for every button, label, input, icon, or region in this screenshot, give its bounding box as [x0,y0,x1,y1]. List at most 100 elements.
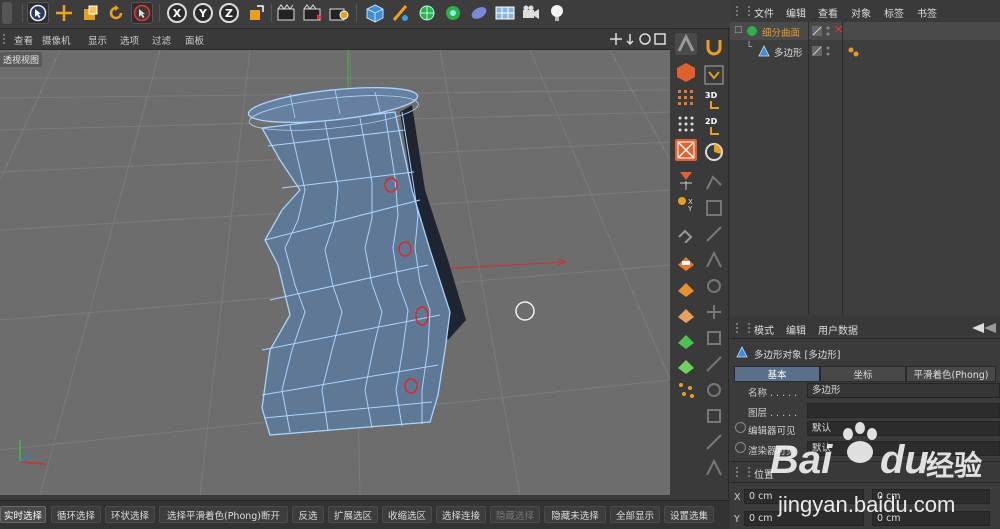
loop-selection-button[interactable]: 循环选择 [51,506,101,523]
object-name[interactable]: 多边形 [774,45,803,59]
back-arrow-icon[interactable] [970,321,998,335]
menu-user-data[interactable]: 用户数据 [818,322,858,337]
axis-mode-icon[interactable]: XY [675,194,697,216]
y-axis-lock-button[interactable]: Y [193,3,213,23]
coordinate-system-icon[interactable] [245,2,267,24]
points-mode-icon[interactable] [675,113,697,135]
scale-tool-icon[interactable] [79,2,101,24]
plane-green-icon[interactable] [675,329,697,351]
floor-environment-icon[interactable] [494,2,516,24]
snap-option-6-icon[interactable] [703,327,725,349]
live-selection-button[interactable]: 实时选择 [0,506,46,523]
recent-tool-icon[interactable] [131,2,153,24]
array-generator-icon[interactable] [442,2,464,24]
select-phong-break-button[interactable]: 选择平滑着色(Phong)断开 [159,506,288,523]
set-selection-button[interactable]: 设置选集 [664,506,714,523]
tag-icon[interactable] [848,47,862,57]
guide-tool-icon[interactable] [703,171,725,193]
model-mode-icon[interactable] [675,61,697,83]
snap-option-10-icon[interactable] [703,431,725,453]
menu-view[interactable]: 查看 [818,5,838,20]
select-connected-button[interactable]: 选择连接 [436,506,486,523]
tab-coordinates[interactable]: 坐标 [820,366,906,382]
move-tool-icon[interactable] [53,2,75,24]
snap-2d-icon[interactable]: 2D [703,115,725,137]
cube-primitive-icon[interactable] [364,2,386,24]
snap-option-2-icon[interactable] [703,223,725,245]
collapse-icon[interactable]: □ [734,25,743,35]
snap-option-1-icon[interactable] [703,197,725,219]
list-item[interactable]: □ 细分曲面 ✕ [730,22,1000,40]
rotate-tool-icon[interactable] [105,2,127,24]
layer-icon[interactable] [675,303,697,325]
polygons-mode-icon[interactable] [675,169,697,191]
hide-unselected-button[interactable]: 隐藏未选择 [544,506,606,523]
edges-mode-icon[interactable] [675,139,697,161]
visibility-toggle-icon[interactable] [812,45,842,57]
snap-option-4-icon[interactable] [703,275,725,297]
render-to-picture-viewer-icon[interactable] [302,2,324,24]
tweak-mode-icon[interactable] [675,221,697,244]
menu-camera[interactable]: 摄像机 [42,33,71,47]
snap-option-7-icon[interactable] [703,353,725,375]
hide-selected-button[interactable]: 隐藏选择 [490,506,540,523]
x-axis-line [439,261,566,270]
tab-basic[interactable]: 基本 [734,366,820,382]
camera-icon[interactable] [520,2,542,24]
render-view-icon[interactable] [276,2,298,24]
menu-mode[interactable]: 模式 [754,322,774,337]
name-field[interactable]: 多边形 [807,383,1000,398]
menu-display[interactable]: 显示 [88,33,107,47]
live-select-tool-icon[interactable] [27,2,49,24]
tool-toolbar: 3D 2D [700,29,729,499]
list-item[interactable]: └ 多边形 [730,42,1000,60]
menu-file[interactable]: 文件 [754,5,774,20]
polygon-object-icon [736,346,748,358]
quantize-icon[interactable] [703,141,725,163]
deformer-icon[interactable] [468,2,490,24]
menu-panel[interactable]: 面板 [185,33,204,47]
snap-3d-icon[interactable]: 3D [703,89,725,111]
light-icon[interactable] [546,2,568,24]
viewport-navigation-icons[interactable] [610,32,668,46]
tab-phong[interactable]: 平滑着色(Phong) [906,366,996,382]
enable-snap-icon[interactable] [703,64,725,86]
shrink-selection-button[interactable]: 收缩选区 [382,506,432,523]
menu-grip [736,6,750,16]
toolbar-handle[interactable] [2,2,12,24]
snap-option-5-icon[interactable] [703,301,725,323]
snap-option-3-icon[interactable] [703,249,725,271]
pen-spline-icon[interactable] [390,2,412,24]
menu-edit[interactable]: 编辑 [786,5,806,20]
render-settings-icon[interactable] [328,2,350,24]
magnet-icon[interactable] [703,35,725,57]
snap-option-9-icon[interactable] [703,405,725,427]
menu-edit[interactable]: 编辑 [786,322,806,337]
unhide-all-button[interactable]: 全部显示 [610,506,660,523]
menu-tags[interactable]: 标签 [884,5,904,20]
menu-bookmarks[interactable]: 书签 [917,5,937,20]
make-editable-icon[interactable] [675,33,697,55]
menu-view[interactable]: 查看 [14,33,33,47]
divider [22,4,23,22]
menu-object[interactable]: 对象 [851,5,871,20]
object-name[interactable]: 细分曲面 [762,25,800,39]
invert-selection-button[interactable]: 反选 [292,506,324,523]
perspective-viewport[interactable]: 透视视图 [0,50,670,495]
snap-option-8-icon[interactable] [703,379,725,401]
subdivision-surface-icon[interactable] [416,2,438,24]
polygon-mesh[interactable] [260,111,451,436]
x-axis-lock-button[interactable]: X [167,3,187,23]
texture-mode-icon[interactable] [675,87,697,109]
workplane-icon[interactable] [675,277,697,299]
attributes-menu: 模式 编辑 用户数据 [730,318,1000,339]
snap-icon[interactable] [675,251,697,273]
ring-selection-button[interactable]: 环状选择 [105,506,155,523]
menu-filter[interactable]: 过滤 [152,33,171,47]
particles-icon[interactable] [675,379,697,401]
z-axis-lock-button[interactable]: Z [219,3,239,23]
plane-green2-icon[interactable] [675,354,697,376]
menu-options[interactable]: 选项 [120,33,139,47]
snap-option-11-icon[interactable] [703,457,725,479]
grow-selection-button[interactable]: 扩展选区 [328,506,378,523]
